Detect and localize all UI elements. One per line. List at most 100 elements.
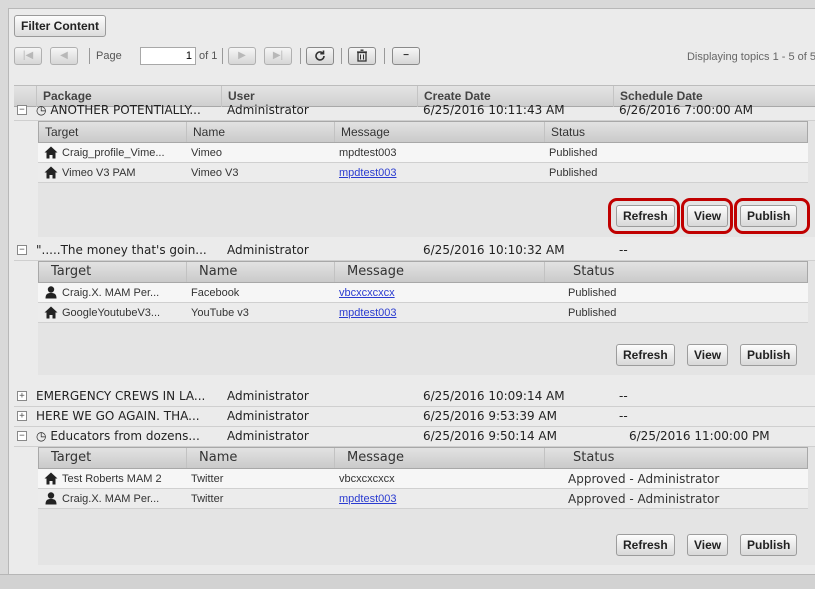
target-name: Craig.X. MAM Per... xyxy=(62,287,160,299)
package-row[interactable]: − ◷ ANOTHER POTENTIALLY... Administrator… xyxy=(14,101,815,121)
view-button[interactable]: View xyxy=(687,534,729,556)
package-schedule-date: -- xyxy=(619,243,628,257)
highlight-view xyxy=(681,198,733,234)
column-header-status[interactable]: Status xyxy=(544,262,809,282)
last-page-icon: ▶| xyxy=(272,50,284,61)
column-header-target[interactable]: Target xyxy=(39,122,186,142)
toolbar-separator xyxy=(341,48,342,64)
package-detail: Target Name Message Status Craig.X. MAM … xyxy=(38,261,815,375)
toolbar-separator xyxy=(384,48,385,64)
home-icon xyxy=(44,306,58,319)
message-link[interactable]: mpdtest003 xyxy=(339,493,396,505)
toolbar-separator xyxy=(300,48,301,64)
page-number-input[interactable] xyxy=(140,47,196,65)
target-status: Approved - Administrator xyxy=(568,472,720,486)
target-name: Craig.X. MAM Per... xyxy=(62,493,160,505)
publish-button[interactable]: Publish xyxy=(740,534,798,556)
refresh-button[interactable]: Refresh xyxy=(616,344,675,366)
package-row[interactable]: − ◷ Educators from dozens... Administrat… xyxy=(14,427,815,447)
expand-icon[interactable]: + xyxy=(17,391,27,401)
target-row[interactable]: Craig.X. MAM Per... Twitter mpdtest003 A… xyxy=(38,489,808,509)
delete-button[interactable] xyxy=(348,47,376,65)
paging-toolbar: |◀ ◀ Page of 1 ▶ ▶| − Displaying topics … xyxy=(14,45,815,69)
bottom-status-bar xyxy=(0,574,815,589)
target-row[interactable]: Craig.X. MAM Per... Facebook vbcxcxcxcx … xyxy=(38,283,808,303)
minus-icon: − xyxy=(403,50,409,61)
package-user: Administrator xyxy=(227,103,309,117)
refresh-icon xyxy=(315,50,325,61)
target-service: Twitter xyxy=(191,473,224,485)
package-create-date: 6/25/2016 10:09:14 AM xyxy=(423,389,565,403)
target-row[interactable]: GoogleYoutubeV3... YouTube v3 mpdtest003… xyxy=(38,303,808,323)
first-page-button[interactable]: |◀ xyxy=(14,47,42,65)
clock-icon: ◷ xyxy=(36,429,47,443)
refresh-button[interactable]: Refresh xyxy=(616,534,675,556)
column-header-target[interactable]: Target xyxy=(39,448,186,468)
collapse-icon[interactable]: − xyxy=(17,431,27,441)
target-grid-header: Target Name Message Status xyxy=(38,447,808,469)
package-create-date: 6/25/2016 9:53:39 AM xyxy=(423,409,557,423)
package-schedule-date: -- xyxy=(619,389,628,403)
target-message: mpdtest003 xyxy=(339,147,397,159)
last-page-button[interactable]: ▶| xyxy=(264,47,292,65)
message-link[interactable]: vbcxcxcxcx xyxy=(339,287,395,299)
target-service: Twitter xyxy=(191,493,224,505)
package-user: Administrator xyxy=(227,389,309,403)
target-status: Approved - Administrator xyxy=(568,492,720,506)
next-page-button[interactable]: ▶ xyxy=(228,47,256,65)
target-row[interactable]: Test Roberts MAM 2 Twitter vbcxcxcxcx Ap… xyxy=(38,469,808,489)
package-user: Administrator xyxy=(227,409,309,423)
package-create-date: 6/25/2016 10:10:32 AM xyxy=(423,243,565,257)
prev-page-button[interactable]: ◀ xyxy=(50,47,78,65)
package-schedule-date: -- xyxy=(619,409,628,423)
column-header-message[interactable]: Message xyxy=(334,122,544,142)
column-header-name[interactable]: Name xyxy=(186,448,334,468)
target-row[interactable]: Vimeo V3 PAM Vimeo V3 mpdtest003 Publish… xyxy=(38,163,808,183)
column-header-status[interactable]: Status xyxy=(544,122,809,142)
column-header-name[interactable]: Name xyxy=(186,262,334,282)
package-name: EMERGENCY CREWS IN LA... xyxy=(36,389,206,403)
target-status: Published xyxy=(549,147,598,159)
package-schedule-date: 6/25/2016 11:00:00 PM xyxy=(629,429,770,443)
column-header-target[interactable]: Target xyxy=(39,262,186,282)
expand-icon[interactable]: + xyxy=(17,411,27,421)
collapse-icon[interactable]: − xyxy=(17,245,27,255)
column-header-message[interactable]: Message xyxy=(334,262,544,282)
message-link[interactable]: mpdtest003 xyxy=(339,167,396,179)
column-header-status[interactable]: Status xyxy=(544,448,809,468)
package-user: Administrator xyxy=(227,429,309,443)
target-name: Craig_profile_Vime... xyxy=(62,147,165,159)
toolbar-separator xyxy=(222,48,223,64)
target-status: Published xyxy=(549,167,598,179)
filter-content-button[interactable]: Filter Content xyxy=(14,15,106,37)
next-page-icon: ▶ xyxy=(238,50,246,61)
collapse-icon[interactable]: − xyxy=(17,105,27,115)
page-label: Page xyxy=(96,50,122,62)
displaying-topics-label: Displaying topics 1 - 5 of 5 xyxy=(686,51,815,63)
package-row[interactable]: + HERE WE GO AGAIN. THA... Administrator… xyxy=(14,407,815,427)
refresh-list-button[interactable] xyxy=(306,47,334,65)
prev-page-icon: ◀ xyxy=(60,50,68,61)
column-header-message[interactable]: Message xyxy=(334,448,544,468)
view-button[interactable]: View xyxy=(687,344,729,366)
target-status: Published xyxy=(568,287,617,299)
package-create-date: 6/25/2016 9:50:14 AM xyxy=(423,429,557,443)
column-header-name[interactable]: Name xyxy=(186,122,334,142)
package-name: Educators from dozens... xyxy=(50,429,200,443)
message-link[interactable]: mpdtest003 xyxy=(339,307,396,319)
target-service: Vimeo V3 xyxy=(191,167,239,179)
package-row[interactable]: − ".....The money that's goin... Adminis… xyxy=(14,241,815,261)
toolbar-separator xyxy=(89,48,90,64)
package-detail: Target Name Message Status Test Roberts … xyxy=(38,447,815,565)
target-name: GoogleYoutubeV3... xyxy=(62,307,161,319)
target-name: Test Roberts MAM 2 xyxy=(62,473,162,485)
target-row[interactable]: Craig_profile_Vime... Vimeo mpdtest003 P… xyxy=(38,143,808,163)
collapse-all-button[interactable]: − xyxy=(392,47,420,65)
publish-button[interactable]: Publish xyxy=(740,344,798,366)
package-name: HERE WE GO AGAIN. THA... xyxy=(36,409,200,423)
target-message: vbcxcxcxcx xyxy=(339,473,395,485)
package-row[interactable]: + EMERGENCY CREWS IN LA... Administrator… xyxy=(14,387,815,407)
target-grid-header: Target Name Message Status xyxy=(38,261,808,283)
target-service: Facebook xyxy=(191,287,240,299)
highlight-publish xyxy=(734,198,810,234)
